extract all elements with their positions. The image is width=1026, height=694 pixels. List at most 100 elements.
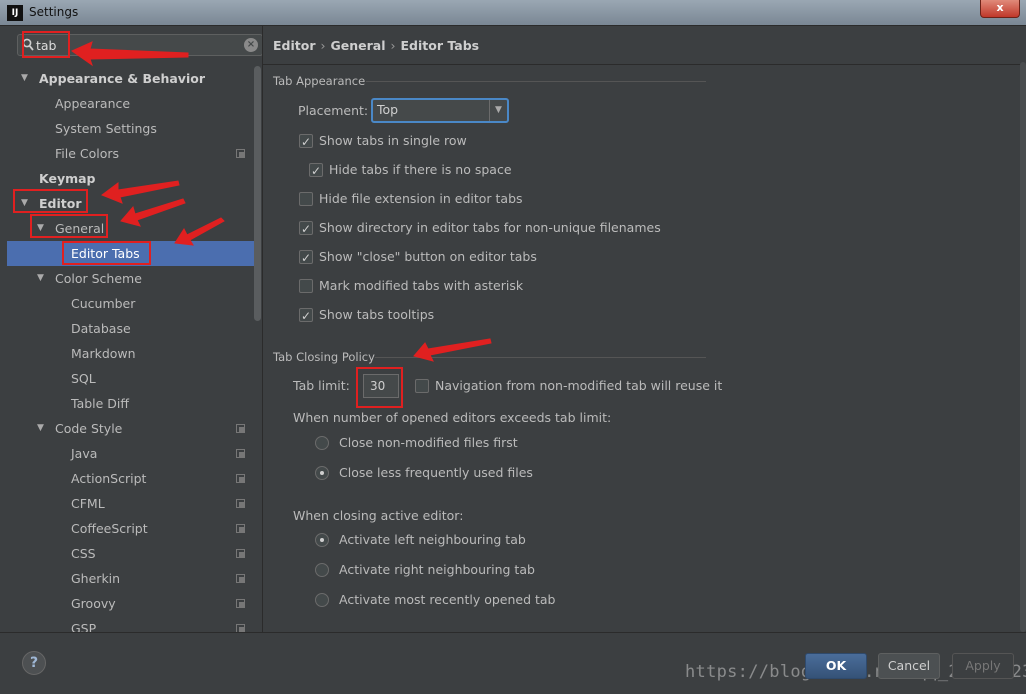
tree-label: CoffeeScript — [71, 521, 148, 536]
expanded-arrow-icon[interactable]: ▼ — [21, 66, 28, 91]
dialog-footer: ? https://blog.csdn.net/qq_25112523 OK C… — [0, 632, 1026, 694]
option-label: Show directory in editor tabs for non-un… — [319, 220, 661, 235]
tree-label: System Settings — [55, 121, 157, 136]
close-less-frequent-radio[interactable] — [315, 466, 329, 480]
breadcrumb-general: General — [330, 38, 386, 53]
help-button[interactable]: ? — [22, 651, 46, 675]
option-label: Show tabs in single row — [319, 133, 467, 148]
tree-node-actionscript[interactable]: ActionScript — [7, 466, 257, 491]
tree-label: CSS — [71, 546, 96, 561]
tree-node-sql[interactable]: SQL — [7, 366, 257, 391]
tree-node-css[interactable]: CSS — [7, 541, 257, 566]
tab-closing-title: Tab Closing Policy — [273, 350, 375, 364]
option-label: Navigation from non-modified tab will re… — [435, 378, 723, 393]
annotation-box — [356, 367, 403, 408]
tree-node-file-colors[interactable]: File Colors — [7, 141, 257, 166]
show-single-row-checkbox[interactable] — [299, 132, 313, 152]
project-settings-icon — [236, 599, 245, 608]
hide-no-space-checkbox[interactable] — [309, 161, 323, 181]
tree-node-table-diff[interactable]: Table Diff — [7, 391, 257, 416]
tree-label: Java — [71, 446, 98, 461]
hide-extension-checkbox[interactable] — [299, 192, 313, 206]
tree-node-cfml[interactable]: CFML — [7, 491, 257, 516]
app-icon: IJ — [7, 5, 23, 21]
tree-node-appearance[interactable]: Appearance — [7, 91, 257, 116]
mark-modified-checkbox[interactable] — [299, 279, 313, 293]
breadcrumb-editor-tabs: Editor Tabs — [400, 38, 480, 53]
header-divider — [263, 64, 1026, 65]
tree-label: Appearance & Behavior — [39, 71, 205, 86]
show-directory-checkbox[interactable] — [299, 219, 313, 239]
group-divider — [375, 357, 706, 358]
tree-label: Appearance — [55, 96, 131, 111]
tree-label: Database — [71, 321, 131, 336]
project-settings-icon — [236, 549, 245, 558]
breadcrumb-separator: › — [390, 38, 396, 53]
content-scrollbar[interactable] — [1020, 62, 1026, 632]
option-label: Mark modified tabs with asterisk — [319, 278, 524, 293]
project-settings-icon — [236, 499, 245, 508]
tree-node-markdown[interactable]: Markdown — [7, 341, 257, 366]
nav-reuse-checkbox[interactable] — [415, 379, 429, 393]
option-label: Show "close" button on editor tabs — [319, 249, 537, 264]
settings-sidebar: × ▼ Appearance & Behavior Appearance Sys… — [7, 26, 263, 632]
tree-node-color-scheme[interactable]: ▼ Color Scheme — [7, 266, 257, 291]
breadcrumb-editor: Editor — [273, 38, 316, 53]
activate-right-radio[interactable] — [315, 563, 329, 577]
tree-label: SQL — [71, 371, 96, 386]
tree-label: CFML — [71, 496, 105, 511]
tab-appearance-title: Tab Appearance — [273, 74, 366, 88]
option-label: Show tabs tooltips — [319, 307, 435, 322]
apply-button[interactable]: Apply — [952, 653, 1014, 679]
tree-label: Gherkin — [71, 571, 121, 586]
activate-recent-radio[interactable] — [315, 593, 329, 607]
project-settings-icon — [236, 624, 245, 632]
project-settings-icon — [236, 449, 245, 458]
settings-tree: ▼ Appearance & Behavior Appearance Syste… — [7, 66, 257, 632]
tree-node-keymap[interactable]: Keymap — [7, 166, 257, 191]
tree-node-code-style[interactable]: ▼ Code Style — [7, 416, 257, 441]
sidebar-scrollbar[interactable] — [254, 66, 261, 321]
expanded-arrow-icon[interactable]: ▼ — [37, 266, 44, 291]
option-label: Hide file extension in editor tabs — [319, 191, 523, 206]
tree-label: Groovy — [71, 596, 116, 611]
tree-node-gsp[interactable]: GSP — [7, 616, 257, 632]
cancel-button[interactable]: Cancel — [878, 653, 940, 679]
title-bar: IJ Settings x — [0, 0, 1026, 26]
window-close-button[interactable]: x — [980, 0, 1020, 18]
option-label: Activate most recently opened tab — [339, 592, 556, 607]
window-title: Settings — [29, 5, 79, 19]
placement-select[interactable]: Top ▼ — [371, 98, 509, 123]
tab-limit-label: Tab limit: — [293, 378, 350, 393]
chevron-down-icon[interactable]: ▼ — [489, 100, 507, 121]
annotation-box — [13, 189, 88, 213]
placement-label: Placement: — [298, 103, 369, 118]
clear-search-icon[interactable]: × — [244, 38, 258, 52]
option-label: Close non-modified files first — [339, 435, 518, 450]
tree-node-java[interactable]: Java — [7, 441, 257, 466]
activate-left-radio[interactable] — [315, 533, 329, 547]
ok-button[interactable]: OK — [805, 653, 867, 679]
tree-node-gherkin[interactable]: Gherkin — [7, 566, 257, 591]
tree-node-system-settings[interactable]: System Settings — [7, 116, 257, 141]
tree-node-cucumber[interactable]: Cucumber — [7, 291, 257, 316]
close-non-modified-radio[interactable] — [315, 436, 329, 450]
breadcrumb: Editor › General › Editor Tabs — [273, 38, 479, 53]
tree-node-groovy[interactable]: Groovy — [7, 591, 257, 616]
group-divider — [366, 81, 706, 82]
tree-label: Color Scheme — [55, 271, 142, 286]
tree-label: ActionScript — [71, 471, 147, 486]
option-label: Activate left neighbouring tab — [339, 532, 526, 547]
tree-label: Code Style — [55, 421, 123, 436]
tree-node-database[interactable]: Database — [7, 316, 257, 341]
expanded-arrow-icon[interactable]: ▼ — [37, 416, 44, 441]
exceeds-limit-label: When number of opened editors exceeds ta… — [293, 410, 612, 425]
show-close-checkbox[interactable] — [299, 248, 313, 268]
tree-node-coffeescript[interactable]: CoffeeScript — [7, 516, 257, 541]
tree-label: Keymap — [39, 171, 96, 186]
tree-node-appearance-behavior[interactable]: ▼ Appearance & Behavior — [7, 66, 257, 91]
tree-label: GSP — [71, 621, 97, 632]
project-settings-icon — [236, 574, 245, 583]
option-label: Close less frequently used files — [339, 465, 533, 480]
show-tooltips-checkbox[interactable] — [299, 306, 313, 326]
